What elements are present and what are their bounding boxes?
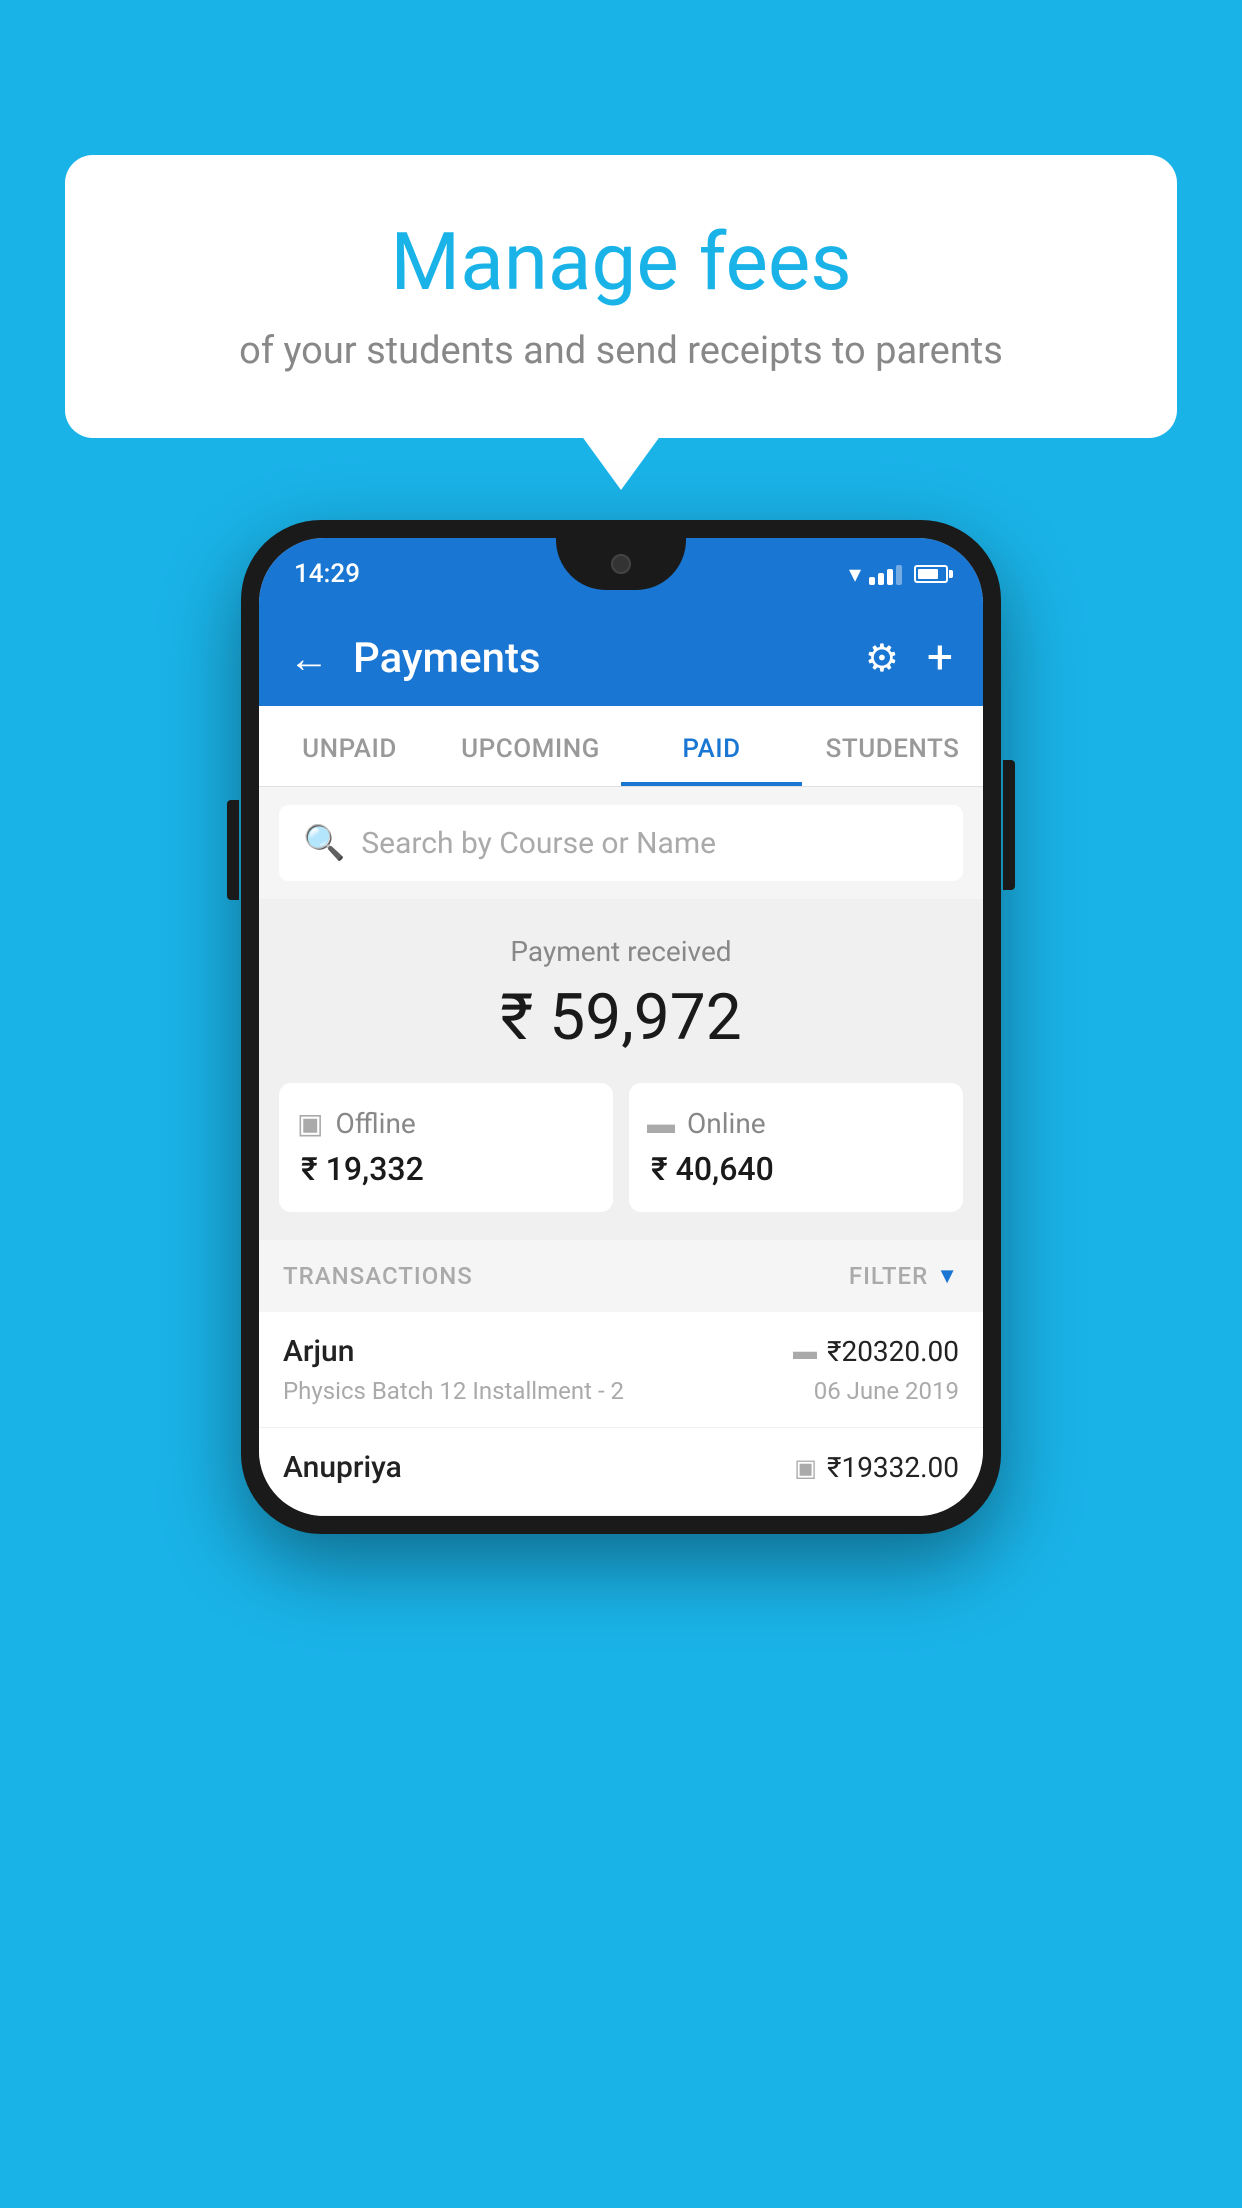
status-bar: 14:29 ▾	[259, 538, 983, 610]
phone-container: 14:29 ▾	[241, 520, 1001, 1534]
transaction-top: Anupriya ▣ ₹19332.00	[283, 1450, 959, 1485]
card-payment-icon: ▬	[793, 1337, 817, 1366]
transaction-row[interactable]: Anupriya ▣ ₹19332.00	[259, 1428, 983, 1516]
battery-icon	[914, 565, 948, 583]
offline-icon: ▣	[297, 1107, 323, 1140]
online-icon: ▬	[647, 1107, 675, 1140]
transaction-row[interactable]: Arjun ▬ ₹20320.00 Physics Batch 12 Insta…	[259, 1312, 983, 1428]
filter-icon: ▼	[936, 1263, 959, 1289]
payment-received-label: Payment received	[279, 935, 963, 968]
transaction-date: 06 June 2019	[814, 1377, 959, 1405]
payment-cards: ▣ Offline ₹ 19,332 ▬ Online ₹ 40,640	[279, 1083, 963, 1212]
payment-total-amount: ₹ 59,972	[279, 980, 963, 1055]
filter-button[interactable]: FILTER ▼	[849, 1262, 959, 1290]
transaction-amount-row: ▣ ₹19332.00	[794, 1451, 959, 1484]
signal-bars	[869, 563, 902, 585]
offline-amount: ₹ 19,332	[297, 1150, 424, 1188]
tab-unpaid[interactable]: UNPAID	[259, 706, 440, 786]
transaction-amount-row: ▬ ₹20320.00	[793, 1335, 959, 1368]
offline-card-header: ▣ Offline	[297, 1107, 416, 1140]
speech-bubble-container: Manage fees of your students and send re…	[65, 155, 1177, 438]
transactions-header: TRANSACTIONS FILTER ▼	[259, 1240, 983, 1312]
speech-bubble: Manage fees of your students and send re…	[65, 155, 1177, 438]
online-label: Online	[687, 1107, 766, 1140]
bubble-subtitle: of your students and send receipts to pa…	[135, 329, 1107, 373]
transaction-name: Arjun	[283, 1334, 354, 1369]
offline-label: Offline	[335, 1107, 415, 1140]
tab-students[interactable]: STUDENTS	[802, 706, 983, 786]
signal-bar-3	[887, 569, 893, 585]
wifi-icon: ▾	[849, 560, 861, 588]
offline-card: ▣ Offline ₹ 19,332	[279, 1083, 613, 1212]
transaction-amount: ₹20320.00	[827, 1335, 959, 1368]
signal-bar-4	[896, 565, 902, 585]
transaction-name: Anupriya	[283, 1450, 402, 1485]
search-input[interactable]: Search by Course or Name	[361, 826, 716, 861]
search-container: 🔍 Search by Course or Name	[259, 787, 983, 899]
status-icons: ▾	[849, 560, 948, 588]
online-amount: ₹ 40,640	[647, 1150, 774, 1188]
header-title: Payments	[353, 634, 865, 683]
notch-cutout	[556, 538, 686, 590]
transaction-course: Physics Batch 12 Installment - 2	[283, 1377, 624, 1405]
filter-label: FILTER	[849, 1262, 928, 1290]
camera-dot	[611, 554, 631, 574]
signal-bar-1	[869, 577, 875, 585]
online-card-header: ▬ Online	[647, 1107, 766, 1140]
gear-icon[interactable]: ⚙	[865, 636, 899, 681]
tab-upcoming[interactable]: UPCOMING	[440, 706, 621, 786]
transaction-top: Arjun ▬ ₹20320.00	[283, 1334, 959, 1369]
battery-fill	[918, 569, 938, 579]
tabs-bar: UNPAID UPCOMING PAID STUDENTS	[259, 706, 983, 787]
transaction-amount: ₹19332.00	[827, 1451, 959, 1484]
signal-bar-2	[878, 573, 884, 585]
phone-outer: 14:29 ▾	[241, 520, 1001, 1534]
search-icon: 🔍	[303, 823, 345, 863]
offline-payment-icon: ▣	[794, 1454, 817, 1482]
bubble-title: Manage fees	[135, 215, 1107, 309]
transaction-bottom: Physics Batch 12 Installment - 2 06 June…	[283, 1377, 959, 1405]
phone-screen: 14:29 ▾	[259, 538, 983, 1516]
status-time: 14:29	[294, 559, 360, 589]
add-button[interactable]: +	[927, 631, 953, 685]
online-card: ▬ Online ₹ 40,640	[629, 1083, 963, 1212]
app-header: ← Payments ⚙ +	[259, 610, 983, 706]
search-bar[interactable]: 🔍 Search by Course or Name	[279, 805, 963, 881]
payment-summary: Payment received ₹ 59,972 ▣ Offline ₹ 19…	[259, 899, 983, 1240]
back-button[interactable]: ←	[289, 635, 329, 682]
transactions-label: TRANSACTIONS	[283, 1262, 473, 1290]
tab-paid[interactable]: PAID	[621, 706, 802, 786]
